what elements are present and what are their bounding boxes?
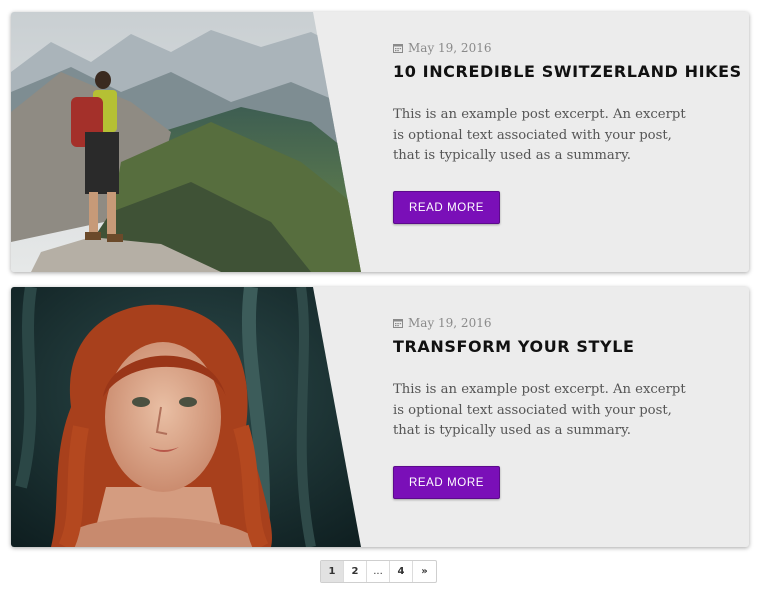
read-more-button[interactable]: READ MORE: [393, 191, 500, 224]
post-title[interactable]: TRANSFORM YOUR STYLE: [393, 337, 635, 356]
calendar-icon: [393, 44, 403, 53]
post-card: May 19, 2016 TRANSFORM YOUR STYLE This i…: [11, 287, 749, 547]
page-1-link[interactable]: 1: [321, 561, 344, 582]
post-title[interactable]: 10 INCREDIBLE SWITZERLAND HIKES: [393, 62, 742, 81]
post-thumbnail-hiker[interactable]: [11, 12, 371, 272]
post-thumbnail-portrait[interactable]: [11, 287, 371, 547]
pagination: 1 2 ... 4 »: [320, 560, 437, 583]
next-page-link[interactable]: »: [413, 561, 436, 582]
post-card: May 19, 2016 10 INCREDIBLE SWITZERLAND H…: [11, 12, 749, 272]
page-ellipsis: ...: [367, 561, 390, 582]
page-4-link[interactable]: 4: [390, 561, 413, 582]
page-2-link[interactable]: 2: [344, 561, 367, 582]
post-date: May 19, 2016: [393, 316, 491, 330]
post-excerpt: This is an example post excerpt. An exce…: [393, 382, 686, 438]
read-more-button[interactable]: READ MORE: [393, 466, 500, 499]
post-excerpt: This is an example post excerpt. An exce…: [393, 107, 686, 163]
blog-post-list: May 19, 2016 10 INCREDIBLE SWITZERLAND H…: [0, 0, 760, 591]
calendar-icon: [393, 319, 403, 328]
post-date-text: May 19, 2016: [408, 41, 492, 55]
post-date-text: May 19, 2016: [408, 316, 492, 330]
post-date: May 19, 2016: [393, 41, 491, 55]
